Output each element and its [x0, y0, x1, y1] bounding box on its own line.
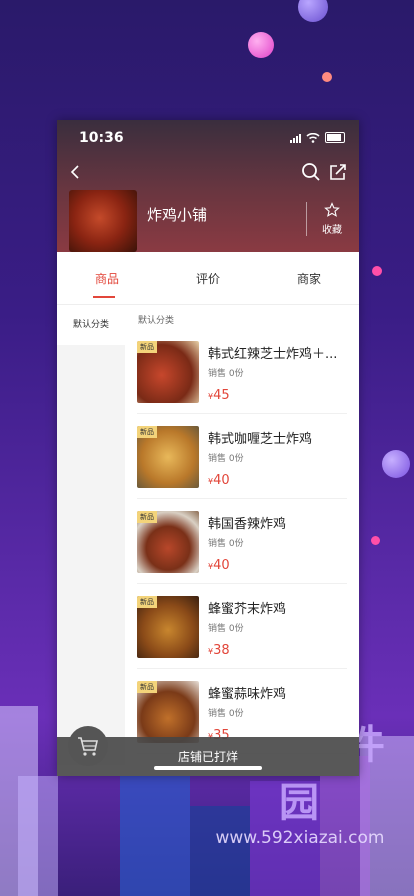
- battery-icon: [325, 132, 345, 143]
- product-sales: 销售 0份: [208, 709, 244, 719]
- new-badge: 新品: [137, 426, 157, 438]
- product-title: 蜂蜜蒜味炸鸡: [208, 687, 287, 702]
- shop-header: 10:36 炸鸡小铺 收藏: [57, 120, 359, 252]
- cart-button[interactable]: [68, 726, 108, 766]
- product-price: ¥40: [208, 473, 230, 488]
- product-price: ¥40: [208, 558, 230, 573]
- product-image: 新品: [137, 511, 199, 573]
- favorite-button[interactable]: 收藏: [306, 202, 351, 236]
- decor-orb: [371, 536, 380, 545]
- phone-screen: 10:36 炸鸡小铺 收藏 商品 评价 商家 默认分类 默认分类 新品 韩式红辣…: [57, 120, 359, 776]
- new-badge: 新品: [137, 596, 157, 608]
- new-badge: 新品: [137, 511, 157, 523]
- watermark-url: www.592xiazai.com: [215, 828, 385, 848]
- wifi-icon: [306, 132, 320, 143]
- decor-orb: [382, 450, 410, 478]
- status-time: 10:36: [79, 130, 124, 146]
- product-item[interactable]: 新品 韩国香辣炸鸡 销售 0份 ¥40: [137, 503, 347, 584]
- product-price: ¥45: [208, 388, 230, 403]
- product-title: 韩式红辣芝士炸鸡＋...: [208, 347, 338, 362]
- product-image: 新品: [137, 341, 199, 403]
- status-icons: [290, 132, 345, 143]
- product-list: 默认分类 新品 韩式红辣芝士炸鸡＋... 销售 0份 ¥45 新品 韩式咖喱芝士…: [125, 305, 359, 755]
- product-title: 蜂蜜芥末炸鸡: [208, 602, 287, 617]
- shop-logo: [69, 190, 137, 252]
- product-image: 新品: [137, 596, 199, 658]
- favorite-label: 收藏: [322, 225, 342, 236]
- tab-products[interactable]: 商品: [77, 270, 137, 287]
- active-tab-indicator: [93, 296, 115, 298]
- product-image: 新品: [137, 426, 199, 488]
- share-icon[interactable]: [328, 162, 348, 182]
- star-icon: [324, 202, 340, 217]
- product-title: 韩式咖喱芝士炸鸡: [208, 432, 313, 447]
- tab-reviews[interactable]: 评价: [178, 270, 238, 287]
- decor-orb: [298, 0, 328, 22]
- product-title: 韩国香辣炸鸡: [208, 517, 287, 532]
- shop-name: 炸鸡小铺: [147, 206, 208, 224]
- tab-bar: 商品 评价 商家: [57, 252, 359, 305]
- product-image: 新品: [137, 681, 199, 743]
- new-badge: 新品: [137, 341, 157, 353]
- product-item[interactable]: 新品 韩式咖喱芝士炸鸡 销售 0份 ¥40: [137, 418, 347, 499]
- decor-orb: [372, 266, 382, 276]
- tab-merchant[interactable]: 商家: [279, 270, 339, 287]
- back-arrow-icon[interactable]: [69, 164, 81, 185]
- decor-orb: [248, 32, 274, 58]
- cart-icon: [78, 737, 98, 756]
- home-indicator: [154, 766, 262, 770]
- product-sales: 销售 0份: [208, 539, 244, 549]
- product-item[interactable]: 新品 蜂蜜芥末炸鸡 销售 0份 ¥38: [137, 588, 347, 669]
- product-sales: 销售 0份: [208, 454, 244, 464]
- product-sales: 销售 0份: [208, 369, 244, 379]
- sidebar-item-default[interactable]: 默认分类: [57, 305, 125, 345]
- category-sidebar: 默认分类: [57, 305, 125, 765]
- product-price: ¥38: [208, 643, 230, 658]
- product-item[interactable]: 新品 韩式红辣芝士炸鸡＋... 销售 0份 ¥45: [137, 333, 347, 414]
- category-title: 默认分类: [138, 316, 175, 326]
- search-icon[interactable]: [301, 162, 321, 182]
- new-badge: 新品: [137, 681, 157, 693]
- signal-icon: [290, 133, 301, 143]
- decor-orb: [322, 72, 332, 82]
- product-sales: 销售 0份: [208, 624, 244, 634]
